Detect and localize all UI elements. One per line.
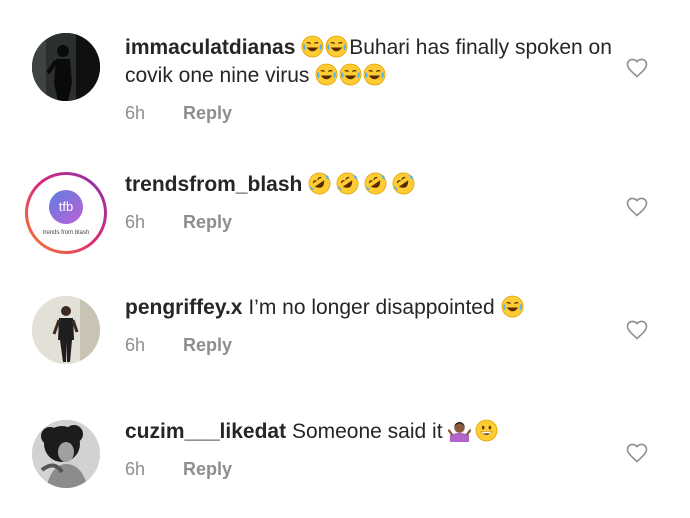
avatar[interactable] — [32, 420, 100, 488]
rolling-on-floor-laughing-emoji — [364, 172, 387, 195]
reply-button[interactable]: Reply — [183, 459, 232, 480]
heart-outline-icon[interactable] — [624, 195, 650, 219]
rolling-on-floor-laughing-emoji — [336, 172, 359, 195]
avatar-logo: tfb — [49, 190, 83, 224]
username[interactable]: cuzim___likedat — [125, 420, 286, 443]
avatar[interactable] — [32, 33, 100, 101]
emoji-group — [301, 36, 349, 59]
face-with-tears-of-joy-emoji — [325, 35, 348, 58]
comment-text: cuzim___likedat Someone said it — [125, 418, 620, 446]
timestamp: 6h — [125, 335, 146, 355]
face-with-tears-of-joy-emoji — [501, 295, 524, 318]
rolling-on-floor-laughing-emoji — [392, 172, 415, 195]
rolling-on-floor-laughing-emoji — [308, 172, 331, 195]
username[interactable]: trendsfrom_blash — [125, 173, 302, 196]
comment-text: immaculatdianas Buhari has finally spoke… — [125, 34, 620, 90]
comment-meta: 6h Reply — [125, 335, 620, 356]
emoji-group — [448, 420, 499, 443]
comment-meta: 6h Reply — [125, 103, 620, 124]
comment-meta: 6h Reply — [125, 459, 620, 480]
timestamp: 6h — [125, 459, 146, 479]
avatar[interactable] — [32, 296, 100, 364]
avatar-caption: trends from blash — [42, 230, 90, 236]
comment-body: I’m no longer disappointed — [248, 296, 495, 319]
emoji-group — [308, 173, 416, 196]
grinning-face-emoji — [475, 419, 498, 442]
username[interactable]: immaculatdianas — [125, 36, 295, 59]
person-shrugging-emoji — [448, 419, 471, 442]
face-with-tears-of-joy-emoji — [315, 63, 338, 86]
emoji-group — [501, 296, 525, 319]
heart-outline-icon[interactable] — [624, 56, 650, 80]
comments-list: immaculatdianas Buhari has finally spoke… — [0, 0, 690, 518]
timestamp: 6h — [125, 212, 146, 232]
comment-text: pengriffey.x I’m no longer disappointed — [125, 294, 620, 322]
reply-button[interactable]: Reply — [183, 335, 232, 356]
timestamp: 6h — [125, 103, 146, 123]
face-with-tears-of-joy-emoji — [339, 63, 362, 86]
username[interactable]: pengriffey.x — [125, 296, 242, 319]
face-with-tears-of-joy-emoji — [363, 63, 386, 86]
reply-button[interactable]: Reply — [183, 212, 232, 233]
comment-body: Someone said it — [291, 420, 443, 443]
reply-button[interactable]: Reply — [183, 103, 232, 124]
heart-outline-icon[interactable] — [624, 318, 650, 342]
face-with-tears-of-joy-emoji — [301, 35, 324, 58]
emoji-group — [315, 64, 387, 87]
avatar[interactable]: tfb trends from blash — [25, 172, 107, 254]
comment-text: trendsfrom_blash — [125, 171, 620, 199]
heart-outline-icon[interactable] — [624, 441, 650, 465]
comment-meta: 6h Reply — [125, 212, 620, 233]
